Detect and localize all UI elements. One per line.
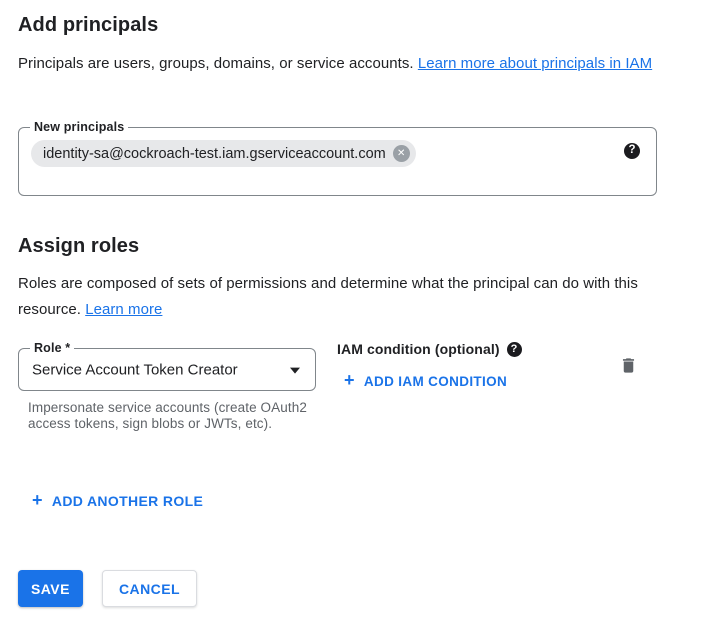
dropdown-caret-icon — [290, 367, 300, 373]
help-icon[interactable]: ? — [507, 342, 522, 357]
plus-icon: + — [32, 491, 43, 509]
trash-icon — [619, 364, 638, 379]
principal-chip: identity-sa@cockroach-test.iam.gservicea… — [31, 140, 416, 167]
plus-icon: + — [344, 371, 355, 389]
page-title: Add principals — [18, 14, 158, 37]
cancel-button[interactable]: CANCEL — [102, 570, 197, 607]
help-icon[interactable]: ? — [624, 143, 640, 159]
add-another-role-button[interactable]: + ADD ANOTHER ROLE — [32, 492, 203, 510]
role-select-label: Role * — [30, 340, 74, 356]
add-principals-panel: Add principals Principals are users, gro… — [0, 0, 713, 629]
add-another-role-label: ADD ANOTHER ROLE — [52, 493, 203, 509]
iam-condition-label: IAM condition (optional) — [337, 341, 500, 357]
new-principals-label: New principals — [30, 119, 128, 135]
roles-description: Roles are composed of sets of permission… — [18, 271, 662, 322]
save-button[interactable]: SAVE — [18, 570, 83, 607]
principals-description: Principals are users, groups, domains, o… — [18, 51, 662, 77]
learn-more-roles-link[interactable]: Learn more — [85, 301, 162, 318]
new-principals-field[interactable]: New principals identity-sa@cockroach-tes… — [18, 127, 657, 196]
assign-roles-title: Assign roles — [18, 235, 139, 258]
delete-role-button[interactable] — [619, 355, 638, 376]
chip-remove-icon[interactable]: ✕ — [393, 145, 410, 162]
iam-condition-header: IAM condition (optional) ? — [337, 341, 522, 357]
principals-description-text: Principals are users, groups, domains, o… — [18, 55, 414, 72]
role-select-value: Service Account Token Creator — [32, 361, 238, 378]
principal-chip-text: identity-sa@cockroach-test.iam.gservicea… — [43, 146, 386, 162]
role-select[interactable]: Role * Service Account Token Creator — [18, 348, 316, 391]
add-iam-condition-button[interactable]: + ADD IAM CONDITION — [344, 372, 507, 390]
learn-more-principals-link[interactable]: Learn more about principals in IAM — [418, 55, 652, 72]
role-helper-text: Impersonate service accounts (create OAu… — [28, 400, 314, 432]
add-iam-condition-label: ADD IAM CONDITION — [364, 374, 507, 389]
